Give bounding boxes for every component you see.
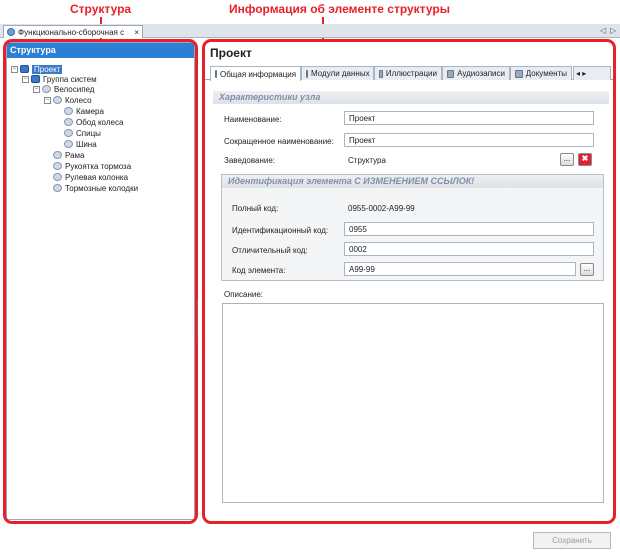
close-icon[interactable]: × xyxy=(134,28,139,37)
annotation-element-info: Информация об элементе структуры xyxy=(229,2,450,16)
document-tab-title: Функционально-сборочная с xyxy=(18,27,125,37)
details-highlight-frame xyxy=(202,39,616,524)
document-icon xyxy=(7,28,15,36)
scroll-right-icon[interactable]: ▷ xyxy=(610,26,616,35)
panel-splitter[interactable] xyxy=(197,300,199,340)
document-tab[interactable]: Функционально-сборочная с × xyxy=(3,25,143,38)
save-button[interactable]: Сохранить xyxy=(533,532,611,549)
annotation-structure: Структура xyxy=(70,2,132,16)
structure-highlight-frame xyxy=(3,39,198,524)
scroll-left-icon[interactable]: ◁ xyxy=(600,26,606,35)
document-tab-bar: Функционально-сборочная с × ◁ ▷ xyxy=(0,24,620,38)
